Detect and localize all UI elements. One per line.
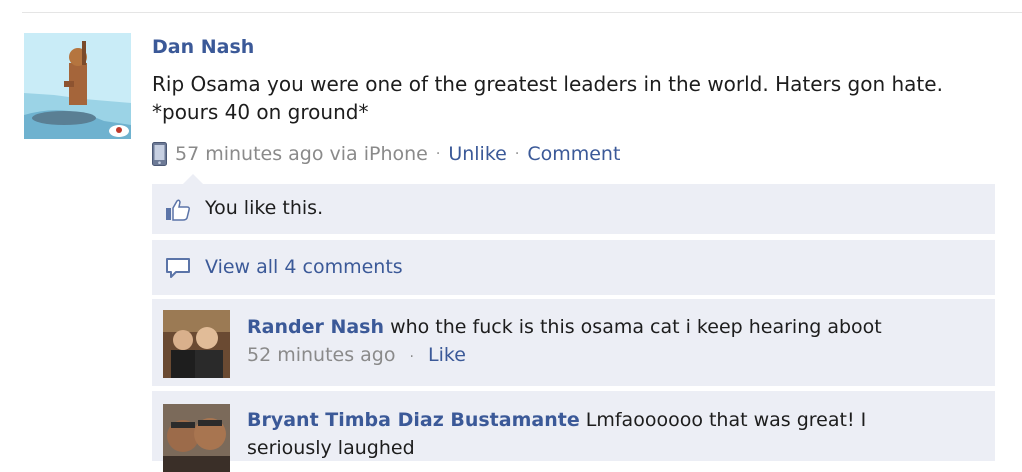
comment-like-link[interactable]: Like [428,344,466,366]
comment-link[interactable]: Comment [527,143,620,165]
phone-icon [152,142,167,166]
comment-text: seriously laughed [247,437,415,459]
post-author-name[interactable]: Dan Nash [152,36,254,58]
post-text-line: *pours 40 on ground* [152,100,369,124]
divider [22,12,1022,13]
comment-text: who the fuck is this osama cat i keep he… [390,316,882,338]
post-text-line: Rip Osama you were one of the greatest l… [152,72,943,96]
comment-timestamp[interactable]: 52 minutes ago [247,344,396,366]
separator: · [435,146,441,162]
author-avatar[interactable] [24,33,131,139]
view-all-comments-link[interactable]: View all 4 comments [205,256,403,278]
feedback-caret [183,174,203,184]
post-meta: 57 minutes ago via iPhone · Unlike · Com… [152,142,620,166]
comment: Rander Nash who the fuck is this osama c… [152,299,995,386]
comment-body: Bryant Timba Diaz Bustamante Lmfaoooooo … [247,406,967,462]
separator: · [409,349,414,365]
unlike-link[interactable]: Unlike [448,143,507,165]
separator: · [514,146,520,162]
comment: Bryant Timba Diaz Bustamante Lmfaoooooo … [152,391,995,472]
commenter-avatar[interactable] [163,310,230,378]
post-timestamp[interactable]: 57 minutes ago via iPhone [175,143,428,165]
commenter-name[interactable]: Bryant Timba Diaz Bustamante [247,409,580,431]
commenter-name[interactable]: Rander Nash [247,316,384,338]
comment-text: Lmfaoooooo that was great! I [585,409,867,431]
post-text: Rip Osama you were one of the greatest l… [152,70,1002,126]
commenter-avatar[interactable] [163,404,230,472]
speech-bubble-icon [166,258,190,278]
thumbs-up-icon [166,199,190,221]
likes-text: You like this. [205,197,324,219]
view-all-comments-row[interactable]: View all 4 comments [152,240,995,295]
likes-row: You like this. [152,184,995,234]
comment-body: Rander Nash who the fuck is this osama c… [247,313,967,371]
